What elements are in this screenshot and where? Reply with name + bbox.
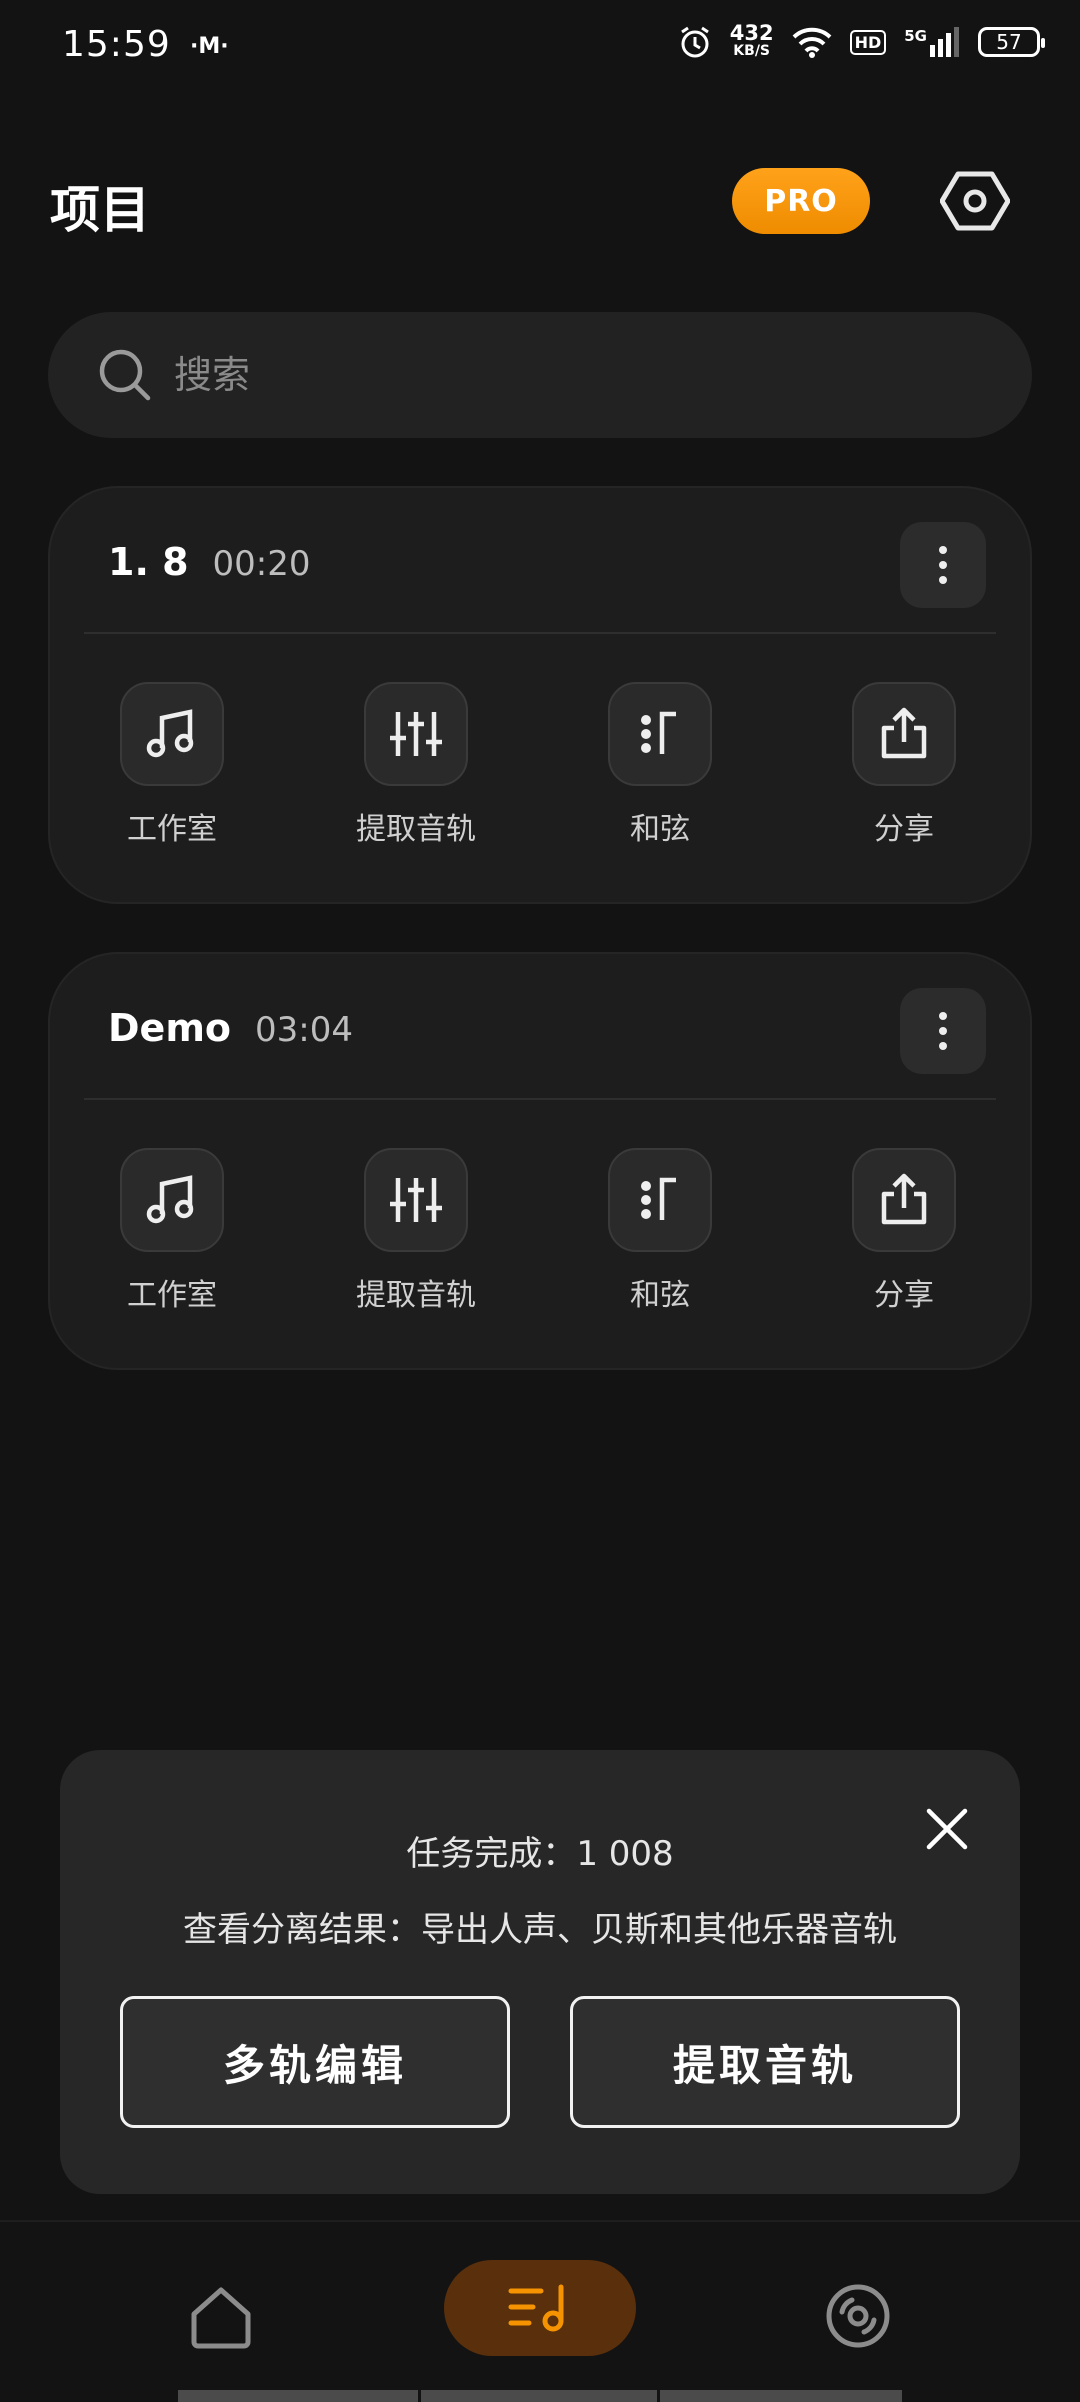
close-icon[interactable] [924, 1806, 970, 1852]
card-divider [84, 1098, 996, 1100]
popup-title: 任务完成：1 008 [406, 1834, 674, 1874]
share-action[interactable]: 分享 [782, 682, 1026, 848]
extract-tracks-action[interactable]: 提取音轨 [294, 682, 538, 848]
action-label: 和弦 [630, 812, 690, 847]
pro-button[interactable]: PRO [732, 168, 870, 234]
extract-tracks-action[interactable]: 提取音轨 [294, 1148, 538, 1314]
network-type: 5G [904, 27, 927, 45]
battery-level: 57 [996, 30, 1022, 54]
action-label: 提取音轨 [356, 1278, 476, 1313]
chord-action[interactable]: 和弦 [538, 682, 782, 848]
chord-icon[interactable] [608, 1148, 712, 1252]
wifi-icon [792, 27, 831, 58]
popup-description: 查看分离结果：导出人声、贝斯和其他乐器音轨 [183, 1910, 897, 1950]
chord-icon[interactable] [608, 682, 712, 786]
page-title: 项目 [50, 181, 150, 239]
project-card[interactable]: 1. 8 00:20 工作室 提取音轨 和弦 分享 [48, 486, 1032, 904]
project-list-icon [508, 2284, 564, 2332]
music-note-icon[interactable] [120, 1148, 224, 1252]
more-dot [939, 1027, 947, 1035]
search-icon [99, 349, 151, 401]
chord-action[interactable]: 和弦 [538, 1148, 782, 1314]
project-duration: 03:04 [255, 1010, 354, 1050]
battery-icon: 57 [978, 27, 1045, 57]
bottom-nav [0, 2220, 1080, 2402]
more-dot [939, 561, 947, 569]
action-label: 分享 [874, 1278, 934, 1313]
more-options-button[interactable] [900, 988, 986, 1074]
action-label: 工作室 [127, 812, 217, 847]
project-card[interactable]: Demo 03:04 工作室 提取音轨 和弦 分享 [48, 952, 1032, 1370]
action-label: 分享 [874, 812, 934, 847]
extract-tracks-button[interactable]: 提取音轨 [570, 1996, 960, 2128]
disc-icon[interactable] [824, 2282, 892, 2350]
project-name: Demo [108, 1006, 232, 1050]
studio-action[interactable]: 工作室 [50, 1148, 294, 1314]
status-indicators: 432 KB/S HD 5G 57 [678, 23, 1045, 60]
more-dot [939, 546, 947, 554]
project-name: 1. 8 [108, 540, 189, 584]
action-label: 工作室 [127, 1278, 217, 1313]
share-action[interactable]: 分享 [782, 1148, 1026, 1314]
search-bar[interactable] [48, 312, 1032, 438]
gesture-bar [660, 2390, 902, 2402]
speed-unit: KB/S [733, 43, 771, 59]
project-header: Demo 03:04 [108, 1006, 353, 1050]
card-divider [84, 632, 996, 634]
more-dot [939, 1042, 947, 1050]
project-actions: 工作室 提取音轨 和弦 分享 [50, 682, 1030, 848]
signal-icon [930, 27, 959, 57]
projects-tab[interactable] [444, 2260, 636, 2356]
project-header: 1. 8 00:20 [108, 540, 311, 584]
status-time: 15:59 [62, 24, 171, 65]
action-label: 和弦 [630, 1278, 690, 1313]
alarm-icon [680, 26, 709, 58]
home-icon[interactable] [186, 2284, 256, 2350]
more-dot [939, 576, 947, 584]
studio-action[interactable]: 工作室 [50, 682, 294, 848]
music-note-icon[interactable] [120, 682, 224, 786]
more-dot [939, 1012, 947, 1020]
sliders-icon[interactable] [364, 682, 468, 786]
sliders-icon[interactable] [364, 1148, 468, 1252]
task-complete-popup: 任务完成：1 008 查看分离结果：导出人声、贝斯和其他乐器音轨 多轨编辑 提取… [60, 1750, 1020, 2194]
app-notification-icon: ·M· [190, 34, 229, 59]
multitrack-edit-button[interactable]: 多轨编辑 [120, 1996, 510, 2128]
action-label: 提取音轨 [356, 812, 476, 847]
gesture-bar [421, 2390, 657, 2402]
signal-indicator: 5G [904, 27, 960, 57]
project-duration: 00:20 [212, 544, 311, 584]
share-icon[interactable] [852, 1148, 956, 1252]
status-bar: 15:59 ·M· 432 KB/S HD 5G 57 [0, 0, 1080, 96]
project-actions: 工作室 提取音轨 和弦 分享 [50, 1148, 1030, 1314]
hd-badge: HD [849, 29, 887, 55]
search-input[interactable] [172, 352, 876, 398]
gesture-bar [178, 2390, 418, 2402]
network-speed: 432 KB/S [730, 23, 774, 60]
share-icon[interactable] [852, 682, 956, 786]
settings-hexagon-icon[interactable] [940, 170, 1010, 232]
more-options-button[interactable] [900, 522, 986, 608]
